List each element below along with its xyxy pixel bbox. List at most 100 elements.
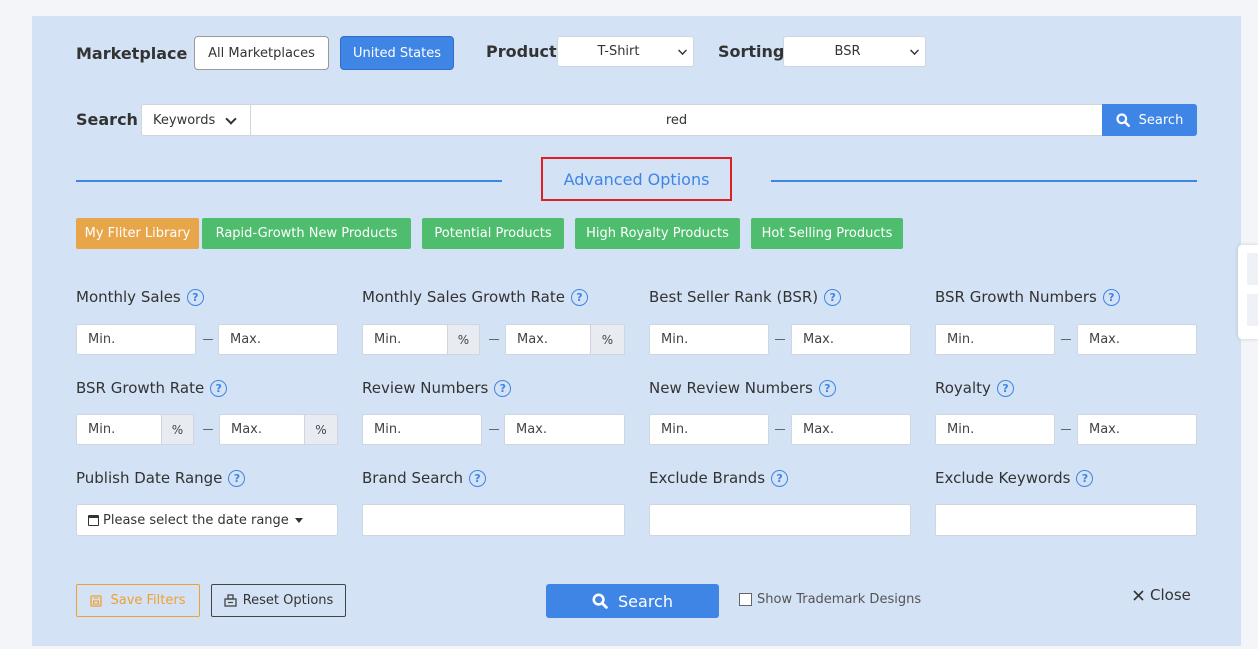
reset-options-label: Reset Options	[242, 593, 334, 608]
monthly-sales-growth-rate-label: Monthly Sales Growth Rate ?	[362, 288, 588, 306]
monthly-sales-label: Monthly Sales ?	[76, 288, 204, 306]
save-filters-label: Save Filters	[110, 593, 186, 608]
publish-date-range-label: Publish Date Range ?	[76, 469, 246, 487]
main-search-button[interactable]: Search	[546, 584, 719, 618]
marketplace-label: Marketplace	[76, 44, 188, 63]
search-icon	[592, 593, 608, 609]
preset-potential-products[interactable]: Potential Products	[422, 218, 564, 249]
brand-search-input[interactable]	[362, 504, 625, 536]
exclude-brands-input[interactable]	[649, 504, 911, 536]
msgr-min-input[interactable]: Min.	[362, 324, 448, 355]
percent-addon: %	[304, 414, 338, 445]
bsr-growth-max-input[interactable]: Max.	[1077, 324, 1197, 355]
calendar-icon	[88, 514, 99, 526]
bsr-growth-min-input[interactable]: Min.	[935, 324, 1055, 355]
product-select[interactable]: T-Shirt	[557, 36, 694, 67]
search-input[interactable]: red	[250, 104, 1103, 136]
main-search-label: Search	[618, 591, 673, 611]
exclude-keywords-input[interactable]	[935, 504, 1197, 536]
new-review-max-input[interactable]: Max.	[791, 414, 911, 445]
range-dash	[775, 339, 785, 340]
bsr-min-input[interactable]: Min.	[649, 324, 769, 355]
help-icon[interactable]: ?	[570, 288, 588, 306]
monthly-sales-text: Monthly Sales	[76, 288, 181, 306]
bsr-growth-rate-text: BSR Growth Rate	[76, 379, 205, 397]
product-label: Product	[486, 42, 557, 61]
advanced-options-toggle[interactable]: Advanced Options	[541, 157, 732, 201]
monthly-sales-min-input[interactable]: Min.	[76, 324, 196, 355]
bsr-growth-numbers-label: BSR Growth Numbers ?	[935, 288, 1120, 306]
bsr-growth-rate-max-input[interactable]: Max.	[219, 414, 305, 445]
help-icon[interactable]: ?	[210, 379, 228, 397]
monthly-sales-max-input[interactable]: Max.	[218, 324, 338, 355]
united-states-button[interactable]: United States	[340, 36, 454, 70]
range-dash	[1061, 429, 1071, 430]
product-select-value: T-Shirt	[597, 44, 640, 59]
help-icon[interactable]: ?	[996, 379, 1014, 397]
royalty-max-input[interactable]: Max.	[1077, 414, 1197, 445]
side-tab-item[interactable]	[1247, 294, 1258, 326]
royalty-label: Royalty ?	[935, 379, 1014, 397]
search-button-label: Search	[1138, 112, 1184, 128]
royalty-min-input[interactable]: Min.	[935, 414, 1055, 445]
help-icon[interactable]: ?	[824, 288, 842, 306]
bsr-text: Best Seller Rank (BSR)	[649, 288, 819, 306]
show-trademark-label: Show Trademark Designs	[757, 592, 922, 607]
side-tab-item[interactable]	[1247, 253, 1258, 285]
help-icon[interactable]: ?	[1076, 469, 1094, 487]
divider-right	[771, 180, 1197, 182]
search-type-select[interactable]: Keywords	[141, 104, 251, 136]
bsr-growth-rate-min-input[interactable]: Min.	[76, 414, 162, 445]
bsr-max-input[interactable]: Max.	[791, 324, 911, 355]
new-review-numbers-text: New Review Numbers	[649, 379, 813, 397]
sorting-select[interactable]: BSR	[783, 36, 926, 67]
percent-addon: %	[447, 324, 480, 355]
search-button[interactable]: Search	[1102, 104, 1197, 136]
range-dash	[1061, 339, 1071, 340]
divider-left	[76, 180, 502, 182]
help-icon[interactable]: ?	[228, 469, 246, 487]
exclude-keywords-text: Exclude Keywords	[935, 469, 1071, 487]
monthly-sales-growth-rate-text: Monthly Sales Growth Rate	[362, 288, 565, 306]
preset-high-royalty[interactable]: High Royalty Products	[575, 218, 740, 249]
reset-options-button[interactable]: Reset Options	[211, 584, 346, 617]
new-review-min-input[interactable]: Min.	[649, 414, 769, 445]
date-range-picker[interactable]: Please select the date range	[76, 504, 338, 536]
show-trademark-toggle[interactable]: Show Trademark Designs	[739, 592, 921, 607]
range-dash	[489, 339, 499, 340]
bsr-label: Best Seller Rank (BSR) ?	[649, 288, 842, 306]
chevron-down-icon	[910, 45, 919, 55]
help-icon[interactable]: ?	[818, 379, 836, 397]
exclude-brands-text: Exclude Brands	[649, 469, 766, 487]
help-icon[interactable]: ?	[468, 469, 486, 487]
brand-search-label: Brand Search ?	[362, 469, 486, 487]
search-icon	[1116, 113, 1130, 127]
range-dash	[775, 429, 785, 430]
review-numbers-label: Review Numbers ?	[362, 379, 512, 397]
range-dash	[203, 429, 213, 430]
close-button[interactable]: Close	[1133, 586, 1191, 604]
bsr-growth-numbers-text: BSR Growth Numbers	[935, 288, 1097, 306]
help-icon[interactable]: ?	[771, 469, 789, 487]
royalty-text: Royalty	[935, 379, 991, 397]
chevron-down-icon	[678, 45, 687, 55]
exclude-brands-label: Exclude Brands ?	[649, 469, 789, 487]
preset-rapid-growth[interactable]: Rapid-Growth New Products	[202, 218, 411, 249]
trademark-checkbox[interactable]	[739, 593, 752, 606]
sorting-label: Sorting	[718, 42, 785, 61]
preset-my-filter-library[interactable]: My Fliter Library	[76, 218, 199, 249]
help-icon[interactable]: ?	[494, 379, 512, 397]
range-dash	[489, 429, 499, 430]
msgr-max-input[interactable]: Max.	[505, 324, 591, 355]
review-max-input[interactable]: Max.	[504, 414, 625, 445]
help-icon[interactable]: ?	[1102, 288, 1120, 306]
close-icon	[1133, 589, 1144, 601]
search-type-value: Keywords	[153, 112, 216, 128]
save-filters-button[interactable]: Save Filters	[76, 584, 200, 617]
preset-hot-selling[interactable]: Hot Selling Products	[751, 218, 903, 249]
date-range-placeholder: Please select the date range	[103, 512, 289, 528]
help-icon[interactable]: ?	[186, 288, 204, 306]
review-min-input[interactable]: Min.	[362, 414, 482, 445]
side-floating-tab[interactable]	[1238, 245, 1258, 339]
all-marketplaces-button[interactable]: All Marketplaces	[194, 36, 329, 70]
